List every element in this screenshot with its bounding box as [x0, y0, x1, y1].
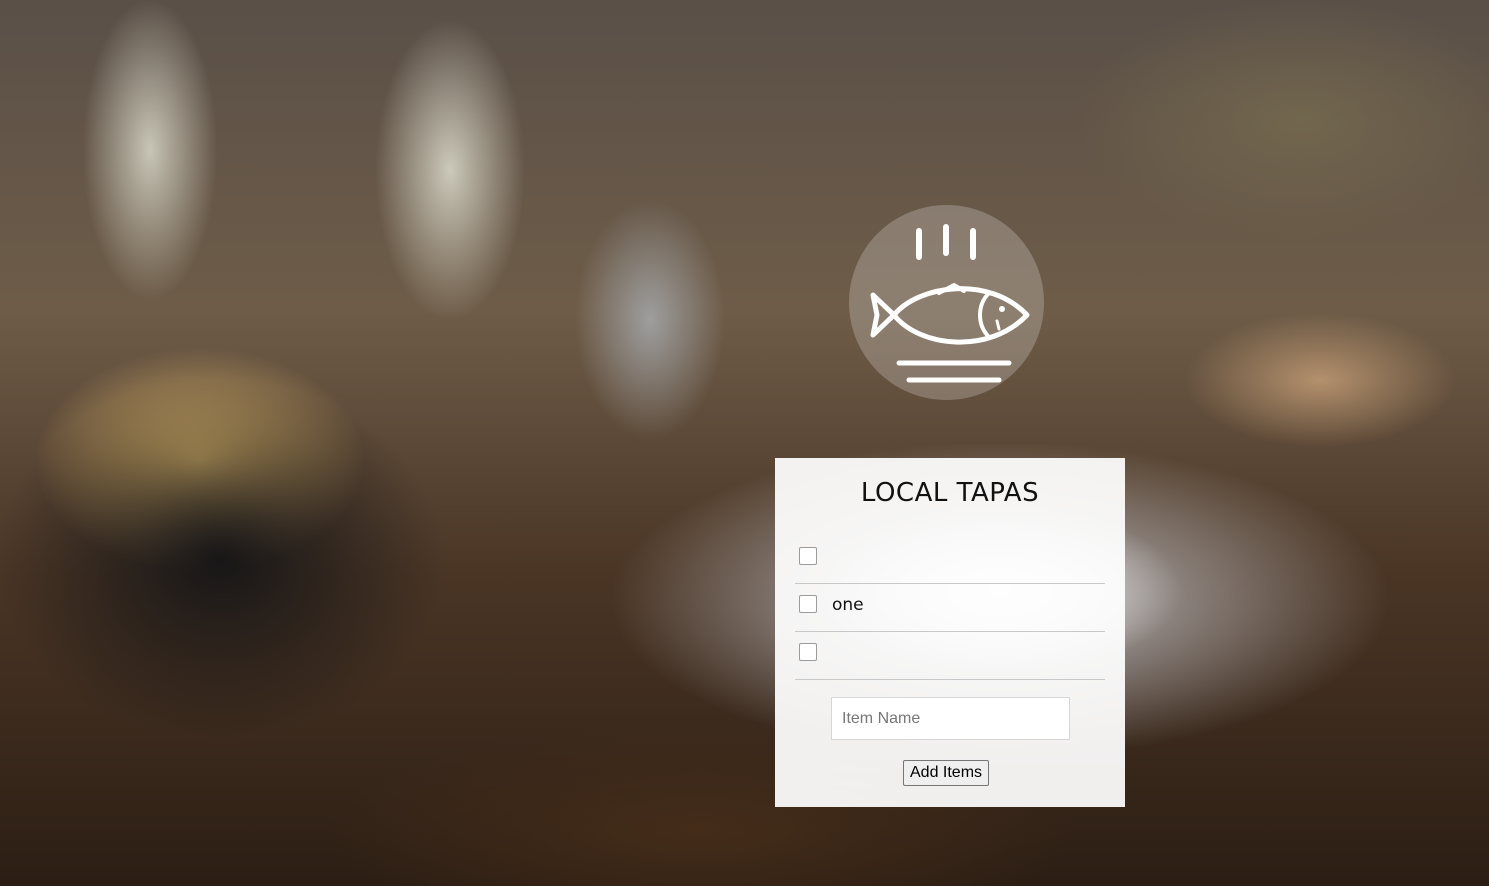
item-label: one [832, 595, 864, 615]
list-item [795, 536, 1105, 584]
item-checkbox[interactable] [799, 547, 817, 565]
item-checkbox[interactable] [799, 643, 817, 661]
add-items-button[interactable]: Add Items [903, 760, 990, 786]
fish-on-plate-icon [849, 205, 1044, 400]
item-checkbox[interactable] [799, 595, 817, 613]
restaurant-background-photo [0, 0, 1489, 886]
card-title: LOCAL TAPAS [860, 478, 1040, 508]
list-item [795, 632, 1105, 680]
item-name-input[interactable] [831, 697, 1070, 740]
tapas-list-card: LOCAL TAPAS one Add Items [775, 458, 1125, 807]
list-item: one [795, 584, 1105, 632]
item-list: one [795, 536, 1105, 680]
